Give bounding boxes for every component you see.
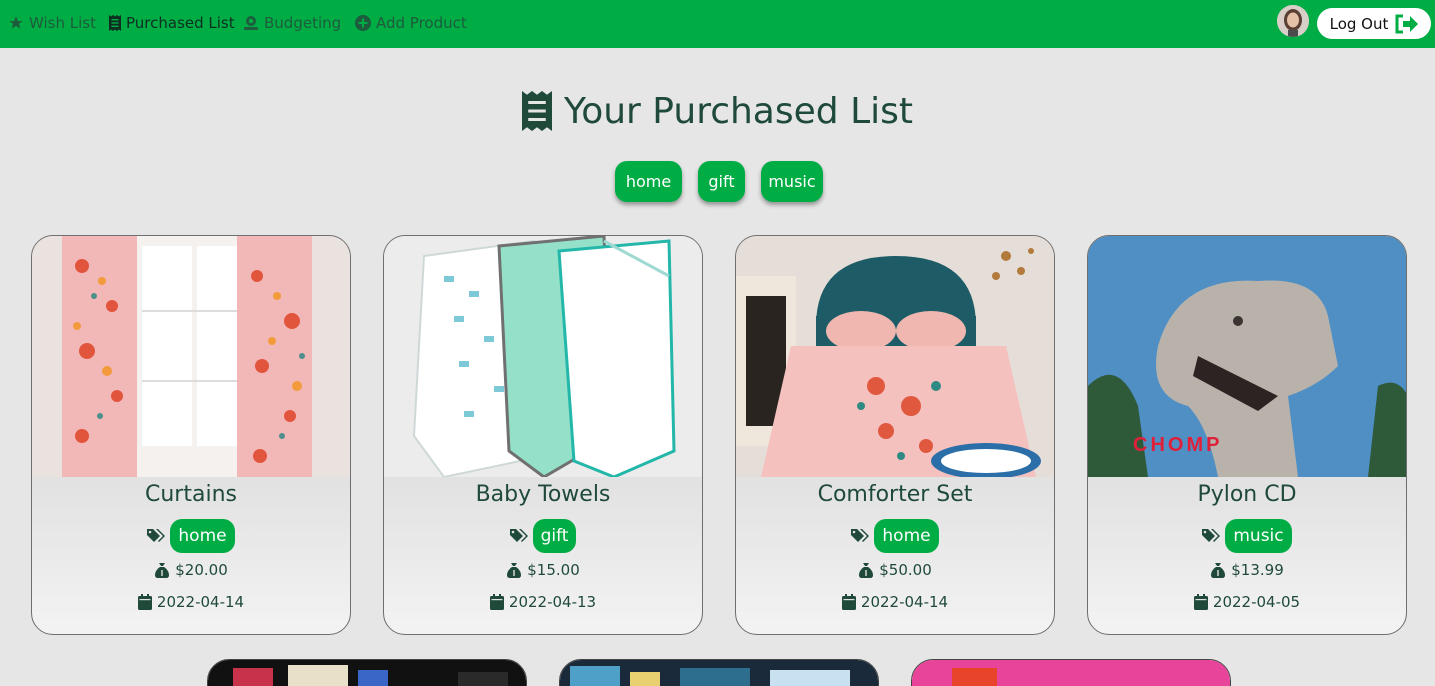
log-out-button[interactable]: Log Out <box>1317 8 1431 39</box>
plus-circle-icon <box>355 15 371 31</box>
star-icon <box>9 16 23 29</box>
product-price-row: $13.99 <box>1088 560 1406 580</box>
nav-wish-list-label: Wish List <box>29 14 96 32</box>
filter-home-button[interactable]: home <box>615 161 682 202</box>
product-price: $20.00 <box>175 561 228 579</box>
nav-purchased-list-label: Purchased List <box>126 14 235 32</box>
product-image-partial <box>560 660 878 686</box>
product-card-partial[interactable] <box>559 659 879 686</box>
nav-wish-list[interactable]: Wish List <box>8 13 96 33</box>
money-bag-icon <box>859 563 874 578</box>
product-date-row: 2022-04-14 <box>736 592 1054 612</box>
product-image-comforter-set <box>736 236 1054 477</box>
product-price-row: $50.00 <box>736 560 1054 580</box>
product-name: Curtains <box>145 482 237 507</box>
product-tags: home <box>32 519 350 553</box>
tag-pill[interactable]: music <box>1225 519 1292 553</box>
nav-add-product[interactable]: Add Product <box>355 13 467 33</box>
product-card-partial[interactable] <box>911 659 1231 686</box>
product-tags: gift <box>384 519 702 553</box>
user-avatar[interactable] <box>1277 5 1309 37</box>
product-date: 2022-04-13 <box>508 593 597 611</box>
nav-add-product-label: Add Product <box>376 14 467 32</box>
money-bag-icon <box>155 563 170 578</box>
nav-budgeting[interactable]: Budgeting <box>243 13 341 33</box>
sign-out-icon <box>1395 14 1419 33</box>
product-name: Comforter Set <box>817 482 973 507</box>
money-bag-icon <box>507 563 522 578</box>
money-bag-icon <box>1211 563 1226 578</box>
product-price-row: $15.00 <box>384 560 702 580</box>
product-tags: home <box>736 519 1054 553</box>
product-date: 2022-04-05 <box>1212 593 1301 611</box>
budget-icon <box>244 16 258 30</box>
product-price: $15.00 <box>527 561 580 579</box>
product-name: Baby Towels <box>475 482 611 507</box>
product-image-pylon-cd: CHOMP <box>1088 236 1406 477</box>
calendar-icon <box>489 594 504 610</box>
product-card-partial[interactable] <box>207 659 527 686</box>
tag-pill[interactable]: gift <box>532 519 577 553</box>
product-price-row: $20.00 <box>32 560 350 580</box>
calendar-icon <box>841 594 856 610</box>
receipt-icon <box>522 91 552 131</box>
log-out-label: Log Out <box>1329 14 1389 33</box>
product-date: 2022-04-14 <box>156 593 245 611</box>
product-image-curtains <box>32 236 350 477</box>
tag-pill[interactable]: home <box>874 519 939 553</box>
page-title-text: Your Purchased List <box>564 90 913 132</box>
page-title: Your Purchased List <box>0 86 1435 136</box>
product-card[interactable]: Curtains home $20.00 2022-04-14 <box>31 235 351 635</box>
product-card[interactable]: Baby Towels gift $15.00 2022-04-13 <box>383 235 703 635</box>
product-price: $13.99 <box>1231 561 1284 579</box>
product-tags: music <box>1088 519 1406 553</box>
receipt-icon <box>109 15 121 31</box>
product-image-baby-towels <box>384 236 702 477</box>
filter-gift-button[interactable]: gift <box>698 161 745 202</box>
tags-icon <box>851 529 870 542</box>
product-date: 2022-04-14 <box>860 593 949 611</box>
product-image-partial <box>912 660 1230 686</box>
product-card[interactable]: Comforter Set home $50.00 2022-04-14 <box>735 235 1055 635</box>
filter-music-button[interactable]: music <box>761 161 823 202</box>
nav-purchased-list[interactable]: Purchased List <box>109 13 235 33</box>
product-name: Pylon CD <box>1197 482 1297 507</box>
tag-pill[interactable]: home <box>170 519 235 553</box>
product-price: $50.00 <box>879 561 932 579</box>
top-navbar: Wish List Purchased List Budgeting Add P… <box>0 0 1435 48</box>
product-card[interactable]: CHOMP Pylon CD music $13.99 2022-04-05 <box>1087 235 1407 635</box>
tags-icon <box>509 529 528 542</box>
product-image-partial <box>208 660 526 686</box>
tags-icon <box>1202 529 1221 542</box>
tags-icon <box>147 529 166 542</box>
product-date-row: 2022-04-13 <box>384 592 702 612</box>
calendar-icon <box>137 594 152 610</box>
product-date-row: 2022-04-14 <box>32 592 350 612</box>
calendar-icon <box>1193 594 1208 610</box>
nav-budgeting-label: Budgeting <box>264 14 342 32</box>
pylon-cover-text: CHOMP <box>1133 434 1222 456</box>
product-date-row: 2022-04-05 <box>1088 592 1406 612</box>
